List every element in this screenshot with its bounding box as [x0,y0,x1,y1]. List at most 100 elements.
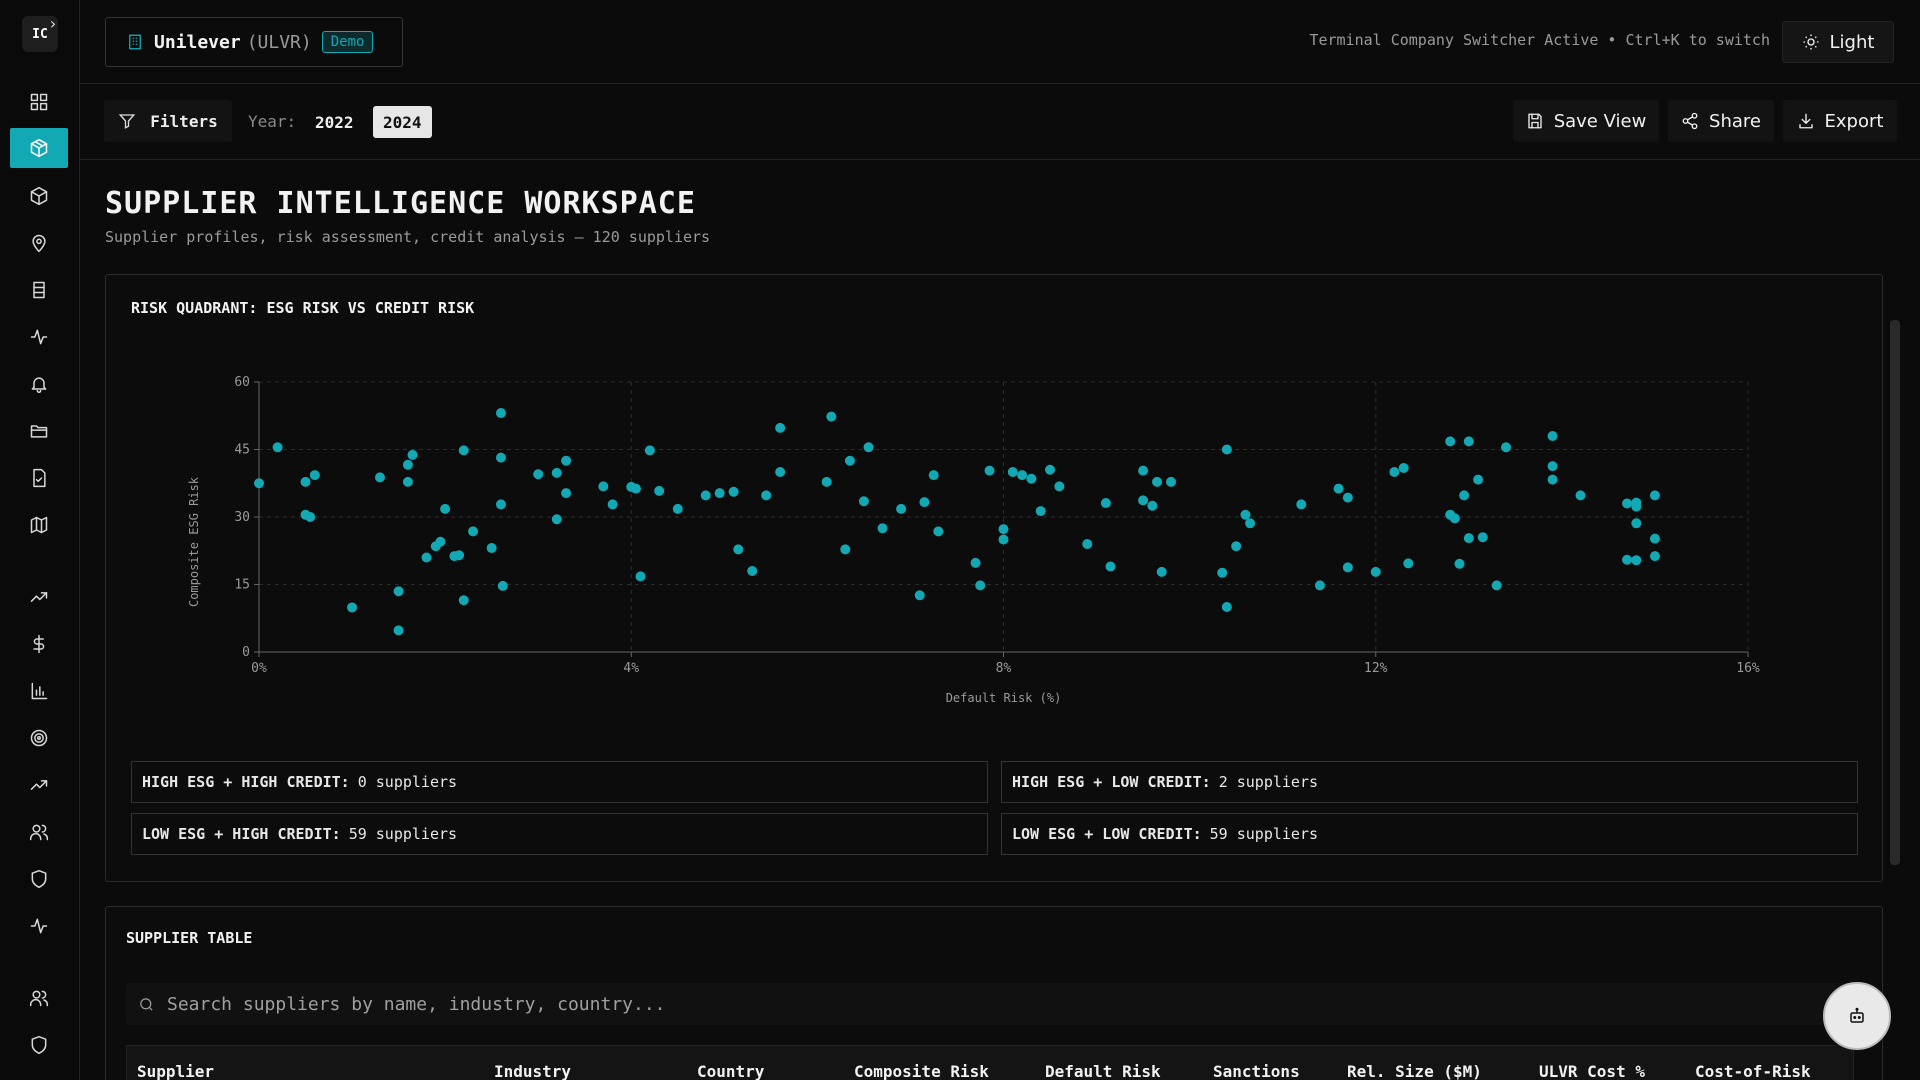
data-point [863,442,874,453]
year-option-2022[interactable]: 2022 [305,106,364,138]
bar-chart-icon [31,682,48,700]
data-point [1463,533,1474,544]
data-point [775,422,786,433]
data-point [914,590,925,601]
column-header-ulvr-cost[interactable]: ULVR Cost % [1539,1062,1645,1080]
quadrant-high-esg-low-credit: HIGH ESG + LOW CREDIT: 2 suppliers [1001,761,1858,803]
data-point [1045,464,1056,475]
data-point [454,550,465,561]
sidebar-item-analytics[interactable] [10,671,68,711]
column-header-cost-of-risk[interactable]: Cost-of-Risk [1695,1062,1811,1080]
supplier-search-input[interactable] [167,993,1767,1015]
company-ticker: (ULVR) [246,31,312,53]
data-point [402,476,413,487]
assistant-chat-button[interactable] [1823,982,1891,1050]
save-view-button[interactable]: Save View [1513,100,1659,142]
share-button[interactable]: Share [1668,100,1774,142]
column-header-default-risk[interactable]: Default Risk [1045,1062,1161,1080]
sidebar-item-compliance[interactable] [10,859,68,899]
top-bar: Unilever (ULVR) Demo Terminal Company Sw… [80,0,1920,84]
data-point [607,499,618,510]
sidebar-item-folders[interactable] [10,411,68,451]
export-button[interactable]: Export [1783,100,1897,142]
sidebar-item-facilities[interactable] [10,270,68,310]
download-icon [1798,113,1813,129]
sidebar-item-performance[interactable] [10,765,68,805]
filter-icon [119,114,136,129]
y-tick-label: 45 [234,443,250,458]
data-point [1156,566,1167,577]
quadrant-value: 59 suppliers [1209,825,1319,843]
y-tick-label: 0 [242,645,250,660]
dollar-icon [33,634,45,654]
quadrant-label: LOW ESG + HIGH CREDIT: [142,825,341,843]
column-header-supplier[interactable]: Supplier [137,1062,214,1080]
data-point [435,536,446,547]
data-point [495,452,506,463]
sidebar-item-targets[interactable] [10,718,68,758]
sidebar-item-locations[interactable] [10,223,68,263]
y-tick-label: 15 [234,578,250,593]
share-label: Share [1709,110,1761,132]
quadrant-low-esg-high-credit: LOW ESG + HIGH CREDIT: 59 suppliers [131,813,988,855]
data-point [928,470,939,481]
data-point [1473,474,1484,485]
column-header-industry[interactable]: Industry [494,1062,571,1080]
expand-sidebar-icon[interactable]: › [48,14,58,33]
sidebar-item-trends[interactable] [10,577,68,617]
data-point [1152,476,1163,487]
data-point [402,459,413,470]
switcher-hint: Terminal Company Switcher Active • Ctrl+… [1309,31,1770,49]
page-subtitle: Supplier profiles, risk assessment, cred… [105,228,711,246]
sidebar-item-map[interactable] [10,505,68,545]
location-pin-icon [32,234,46,253]
supplier-search[interactable] [126,983,1854,1025]
data-point [1445,436,1456,447]
data-point [468,526,479,537]
data-point [1449,513,1460,524]
sidebar-item-suppliers[interactable] [10,128,68,168]
page-scrollbar[interactable] [1890,320,1900,865]
column-header-country[interactable]: Country [697,1062,764,1080]
sidebar-item-activity[interactable] [10,317,68,357]
theme-toggle-button[interactable]: Light [1782,21,1894,63]
data-point [733,544,744,555]
save-view-label: Save View [1553,110,1647,132]
activity-icon [30,329,48,345]
data-point [1245,518,1256,529]
sidebar-item-monitoring[interactable] [10,906,68,946]
sidebar-item-finance[interactable] [10,624,68,664]
company-switcher[interactable]: Unilever (ULVR) Demo [105,17,403,67]
data-point [1649,551,1660,562]
year-option-2024[interactable]: 2024 [373,106,432,138]
data-point [393,586,404,597]
data-point [533,469,544,480]
quadrant-high-esg-high-credit: HIGH ESG + HIGH CREDIT: 0 suppliers [131,761,988,803]
column-header-sanctions[interactable]: Sanctions [1213,1062,1300,1080]
data-point [919,497,930,508]
data-point [561,488,572,499]
sidebar-item-documents[interactable] [10,458,68,498]
sidebar-item-packages[interactable] [10,176,68,216]
filters-button[interactable]: Filters [104,100,232,142]
y-tick-label: 60 [234,375,250,390]
sidebar-item-users[interactable] [10,978,68,1018]
sidebar-item-security[interactable] [10,1025,68,1065]
sidebar-item-team[interactable] [10,812,68,852]
supplier-table-panel: SUPPLIER TABLE Supplier Industry Country… [105,906,1883,1080]
column-header-rel-size[interactable]: Rel. Size ($M) [1347,1062,1482,1080]
data-point [1017,470,1028,481]
toolbar: Filters Year: 2022 2024 Save View Share … [80,84,1920,160]
data-point [1649,490,1660,501]
data-point [486,543,497,554]
building-icon [33,281,45,299]
data-point [254,478,264,489]
filters-label: Filters [150,111,218,131]
sidebar-item-alerts[interactable] [10,364,68,404]
column-header-composite-risk[interactable]: Composite Risk [854,1062,989,1080]
sidebar-item-dashboard[interactable] [10,82,68,122]
data-point [1100,498,1111,509]
data-point [1221,602,1232,612]
package-icon [30,186,48,206]
x-tick-label: 8% [996,661,1012,676]
